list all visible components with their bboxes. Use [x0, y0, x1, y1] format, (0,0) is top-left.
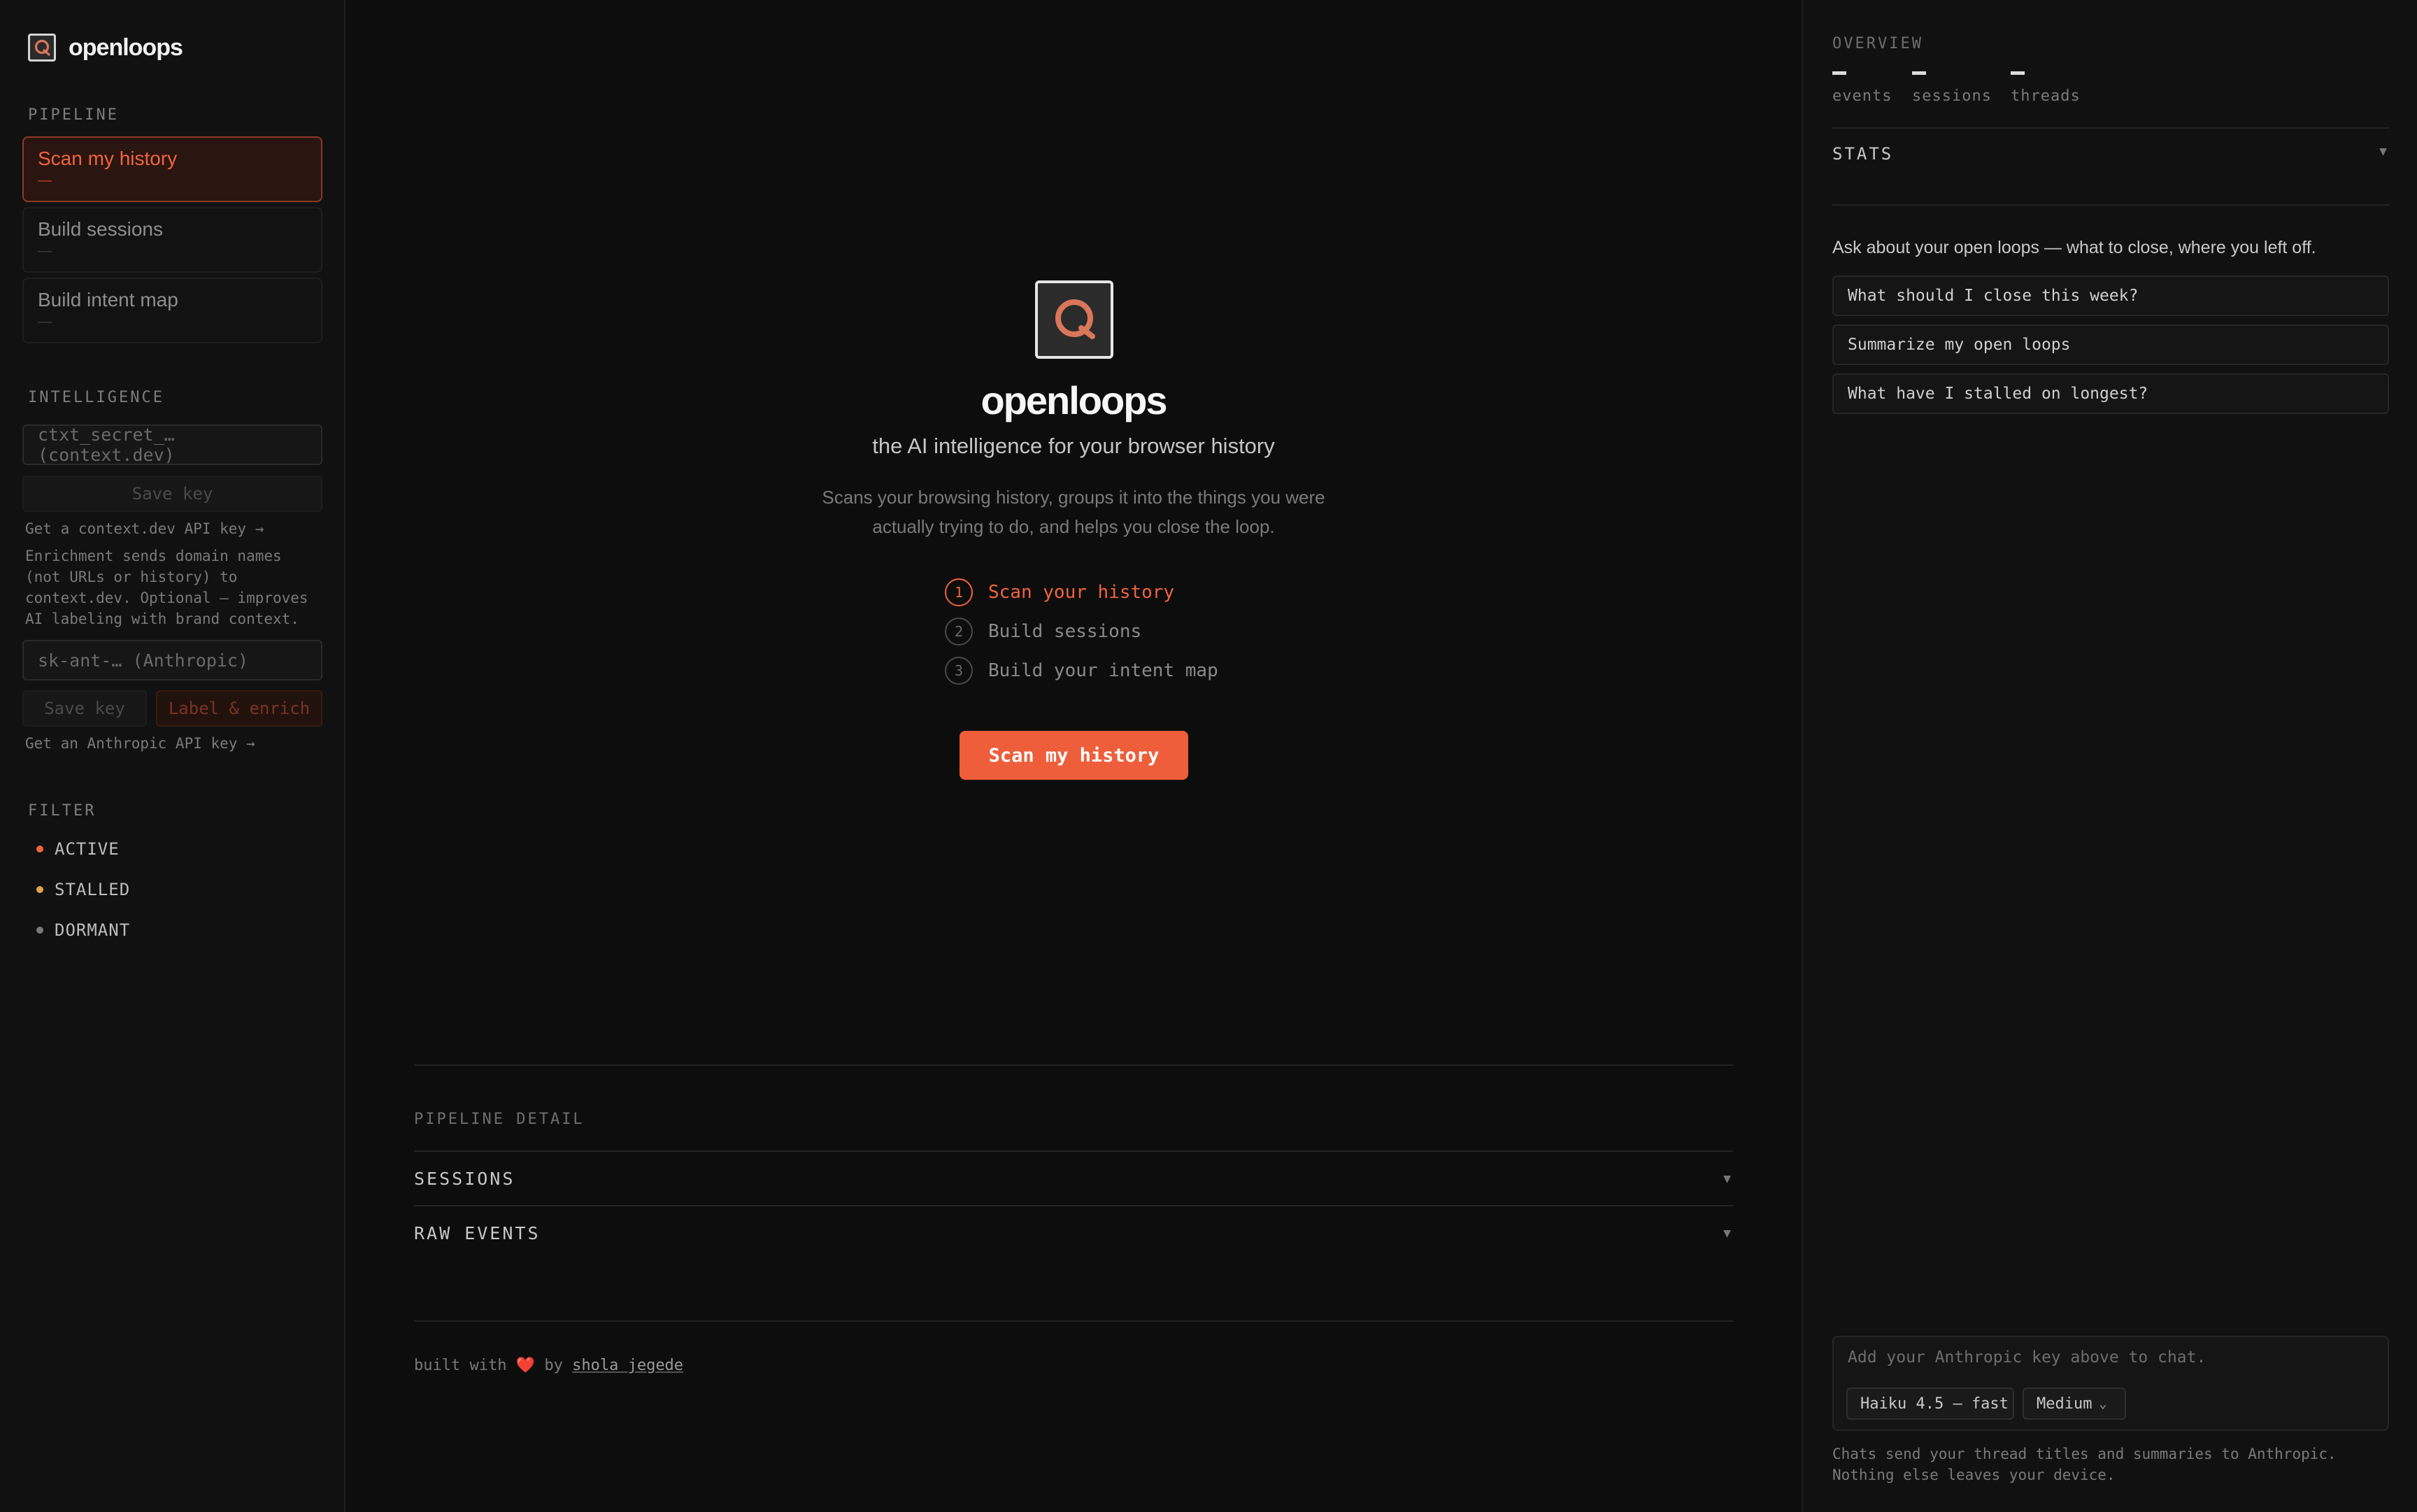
raw-events-accordion[interactable]: RAW EVENTS ▼ [414, 1206, 1733, 1260]
chat-placeholder: Add your Anthropic key above to chat. [1848, 1348, 2206, 1367]
ask-prompt: Ask about your open loops — what to clos… [1832, 238, 2316, 257]
status-dot-icon [36, 886, 43, 893]
hero-description: Scans your browsing history, groups it i… [822, 487, 1325, 537]
footer-by: by [544, 1357, 563, 1374]
stat-label: threads [2011, 87, 2081, 105]
stat-value [1832, 71, 1846, 75]
step-status: — [38, 173, 52, 188]
suggestion-chip[interactable]: Summarize my open loops [1832, 324, 2389, 365]
filter-active[interactable]: ACTIVE [36, 839, 120, 859]
main-content: openloops the AI intelligence for your b… [345, 0, 1802, 1512]
stats-label: STATS [1832, 144, 1894, 164]
pipeline-label: PIPELINE [28, 106, 119, 124]
intelligence-label: INTELLIGENCE [28, 389, 164, 406]
step-build-intent-map[interactable]: Build intent map — [22, 278, 322, 343]
onboarding-step-2: 2 Build sessions [945, 618, 1141, 646]
right-panel: OVERVIEW events sessions threads STATS ▼… [1802, 0, 2417, 1512]
filter-label-text: ACTIVE [55, 839, 120, 859]
suggestion-chip[interactable]: What should I close this week? [1832, 276, 2389, 316]
divider [414, 1320, 1733, 1322]
chevron-down-icon: ▼ [1723, 1225, 1733, 1241]
chat-privacy-note: Chats send your thread titles and summar… [1832, 1446, 2337, 1483]
stat-sessions: sessions [1912, 71, 1992, 105]
model-select[interactable]: Haiku 4.5 — fast [1846, 1388, 2014, 1420]
filter-dormant[interactable]: DORMANT [36, 920, 130, 940]
hero-logo-icon [1035, 280, 1113, 359]
overview-label: OVERVIEW [1832, 35, 1923, 52]
step-title: Build sessions [38, 218, 163, 240]
anthropic-key-input[interactable]: sk-ant-… (Anthropic) [22, 640, 322, 680]
step-number: 1 [945, 578, 973, 606]
step-number: 3 [945, 657, 973, 685]
pipeline-detail-label: PIPELINE DETAIL [414, 1111, 585, 1128]
step-label: Scan your history [988, 582, 1175, 603]
status-dot-icon [36, 927, 43, 934]
status-dot-icon [36, 846, 43, 853]
divider [414, 1064, 1733, 1066]
filter-label-text: DORMANT [55, 920, 131, 940]
accordion-label: SESSIONS [414, 1168, 515, 1189]
onboarding-step-1: 1 Scan your history [945, 578, 1174, 606]
step-build-sessions[interactable]: Build sessions — [22, 207, 322, 273]
stat-label: events [1832, 87, 1892, 105]
context-key-input[interactable]: ctxt_secret_… (context.dev) [22, 425, 322, 465]
save-context-key-button[interactable]: Save key [22, 476, 322, 512]
filter-stalled[interactable]: STALLED [36, 880, 130, 899]
accordion-label: RAW EVENTS [414, 1222, 541, 1243]
footer-prefix: built with [414, 1357, 507, 1374]
logo-icon [28, 34, 56, 62]
author-link[interactable]: shola jegede [572, 1357, 683, 1374]
step-number: 2 [945, 618, 973, 646]
model-select-value: Haiku 4.5 — fast [1860, 1395, 2009, 1413]
chevron-down-icon: ⌄ [2099, 1396, 2107, 1411]
hero-title: openloops [981, 378, 1167, 422]
brand[interactable]: openloops [28, 34, 183, 62]
stat-value [1912, 71, 1926, 75]
label-enrich-button[interactable]: Label & enrich [156, 690, 322, 727]
stat-label: sessions [1912, 87, 1992, 105]
step-scan-history[interactable]: Scan my history — [22, 136, 322, 202]
filter-label: FILTER [28, 802, 97, 820]
effort-select[interactable]: Medium ⌄ [2023, 1388, 2126, 1420]
step-status: — [38, 243, 52, 259]
enrichment-note: Enrichment sends domain names (not URLs … [25, 548, 308, 627]
effort-select-value: Medium [2037, 1395, 2092, 1413]
step-title: Build intent map [38, 289, 178, 311]
chevron-down-icon: ▼ [2379, 144, 2389, 159]
step-status: — [38, 314, 52, 329]
heart-icon: ❤️ [515, 1357, 536, 1374]
stat-threads: threads [2011, 71, 2081, 105]
scan-history-button[interactable]: Scan my history [960, 731, 1188, 780]
hero-subtitle: the AI intelligence for your browser his… [872, 434, 1275, 458]
chat-input[interactable]: Add your Anthropic key above to chat. Ha… [1832, 1336, 2389, 1431]
stat-events: events [1832, 71, 1892, 105]
sessions-accordion[interactable]: SESSIONS ▼ [414, 1152, 1733, 1205]
divider [1832, 204, 2389, 206]
filter-label-text: STALLED [55, 880, 131, 899]
context-api-link[interactable]: Get a context.dev API key → [25, 518, 264, 539]
onboarding-step-3: 3 Build your intent map [945, 657, 1218, 685]
anthropic-api-link[interactable]: Get an Anthropic API key → [25, 733, 255, 754]
footer: built with ❤️ by shola jegede [414, 1357, 683, 1374]
chevron-down-icon: ▼ [1723, 1171, 1733, 1186]
stat-value [2011, 71, 2025, 75]
save-anthropic-key-button[interactable]: Save key [22, 690, 147, 727]
step-label: Build your intent map [988, 660, 1218, 681]
sidebar: openloops PIPELINE Scan my history — Bui… [0, 0, 345, 1512]
step-title: Scan my history [38, 148, 178, 169]
divider [1832, 127, 2389, 129]
stats-accordion[interactable]: STATS ▼ [1832, 144, 2389, 164]
brand-name: openloops [69, 34, 183, 61]
suggestion-chip[interactable]: What have I stalled on longest? [1832, 373, 2389, 414]
step-label: Build sessions [988, 621, 1142, 642]
